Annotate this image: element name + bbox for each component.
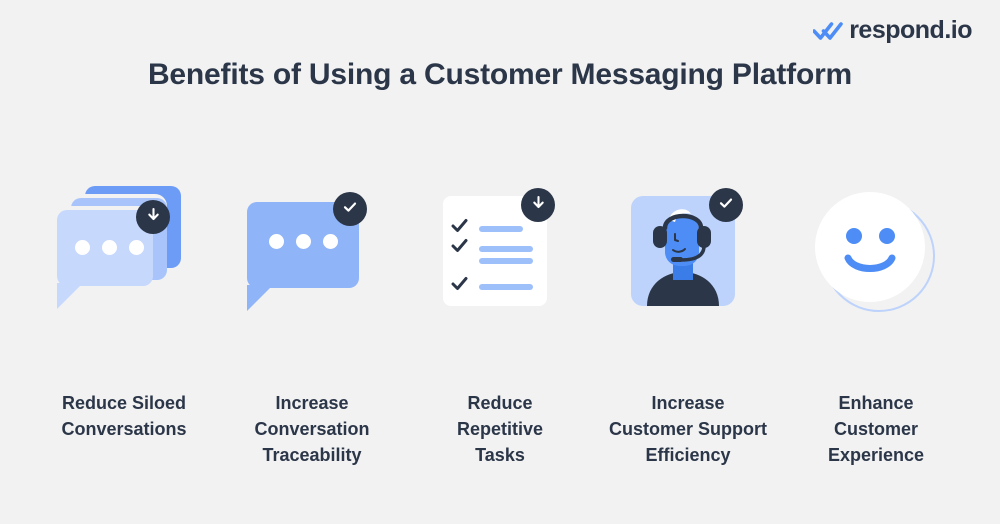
benefit-label: Increase Customer Support Efficiency: [609, 390, 767, 468]
dot-2: [102, 240, 117, 255]
download-arrow-badge[interactable]: [136, 200, 170, 234]
check-icon: [451, 238, 469, 259]
dot-3: [323, 234, 338, 249]
benefit-label-line-2: Customer: [833, 419, 918, 440]
benefit-card-increase-conversation-traceability[interactable]: Increase Conversation Traceability: [218, 178, 406, 468]
checklist-row-3: [479, 258, 533, 264]
dot-3: [129, 240, 144, 255]
benefit-card-reduce-repetitive-tasks[interactable]: Reduce Repetitive Tasks: [406, 178, 594, 468]
check-icon: [451, 218, 469, 239]
check-icon: [717, 194, 735, 217]
benefit-label-line-3: Efficiency: [645, 445, 731, 466]
arrow-down-icon: [530, 194, 547, 216]
dot-1: [75, 240, 90, 255]
smiley-face-icon: [801, 178, 951, 328]
typing-dots: [75, 240, 144, 255]
chat-bubble-icon: [237, 178, 387, 328]
checklist-row-1: [451, 218, 523, 239]
benefit-label-line-1: Reduce: [467, 393, 533, 413]
check-icon: [341, 198, 359, 221]
benefit-label-line-3: Experience: [827, 445, 925, 466]
benefit-label-line-2: Repetitive: [456, 419, 544, 440]
benefit-label: Reduce Repetitive Tasks: [457, 390, 543, 468]
page-title: Benefits of Using a Customer Messaging P…: [147, 58, 853, 91]
benefit-card-increase-customer-support-efficiency[interactable]: Increase Customer Support Efficiency: [594, 178, 782, 468]
dot-2: [296, 234, 311, 249]
checklist-icon: [425, 178, 575, 328]
checklist-line-4: [479, 283, 533, 290]
benefit-label: Reduce Siloed Conversations: [61, 390, 186, 442]
brand-logo[interactable]: respond.io: [812, 16, 972, 45]
benefit-label: Enhance Customer Experience: [828, 390, 924, 468]
double-check-icon: [812, 20, 844, 42]
checklist-line-3: [479, 258, 533, 264]
benefit-label-line-2: Conversation: [254, 419, 370, 440]
benefit-label-line-1: Enhance: [838, 393, 914, 413]
brand-name: respond.io: [849, 16, 972, 44]
check-badge[interactable]: [333, 192, 367, 226]
arrow-down-icon: [145, 206, 162, 228]
smiley-circle: [815, 192, 925, 302]
benefits-row: Reduce Siloed Conversations Increase Con…: [0, 178, 1000, 468]
check-icon: [451, 276, 469, 297]
download-arrow-badge[interactable]: [521, 188, 555, 222]
benefit-label-line-2: Conversations: [61, 419, 187, 440]
checklist-row-2: [451, 238, 533, 259]
benefit-card-enhance-customer-experience[interactable]: Enhance Customer Experience: [782, 178, 970, 468]
benefit-label-line-1: Reduce Siloed: [61, 393, 186, 413]
support-agent-headset-icon: [613, 178, 763, 328]
benefit-label-line-1: Increase: [651, 393, 725, 413]
checklist-row-4: [451, 276, 533, 297]
stacked-chat-bubbles-icon: [49, 178, 199, 328]
benefit-label: Increase Conversation Traceability: [254, 390, 369, 468]
benefit-label-line-1: Increase: [275, 393, 349, 413]
dot-1: [269, 234, 284, 249]
chat-bubble-tail: [57, 283, 83, 309]
benefit-label-line-3: Traceability: [262, 445, 362, 466]
check-badge[interactable]: [709, 188, 743, 222]
benefit-label-line-2: Customer Support: [608, 419, 767, 440]
checklist-line-2: [479, 245, 533, 252]
chat-bubble-tail: [247, 285, 273, 311]
benefit-card-reduce-siloed-conversations[interactable]: Reduce Siloed Conversations: [30, 178, 218, 442]
benefit-label-line-3: Tasks: [475, 445, 525, 466]
typing-dots: [269, 234, 338, 249]
checklist-line-1: [479, 225, 523, 232]
